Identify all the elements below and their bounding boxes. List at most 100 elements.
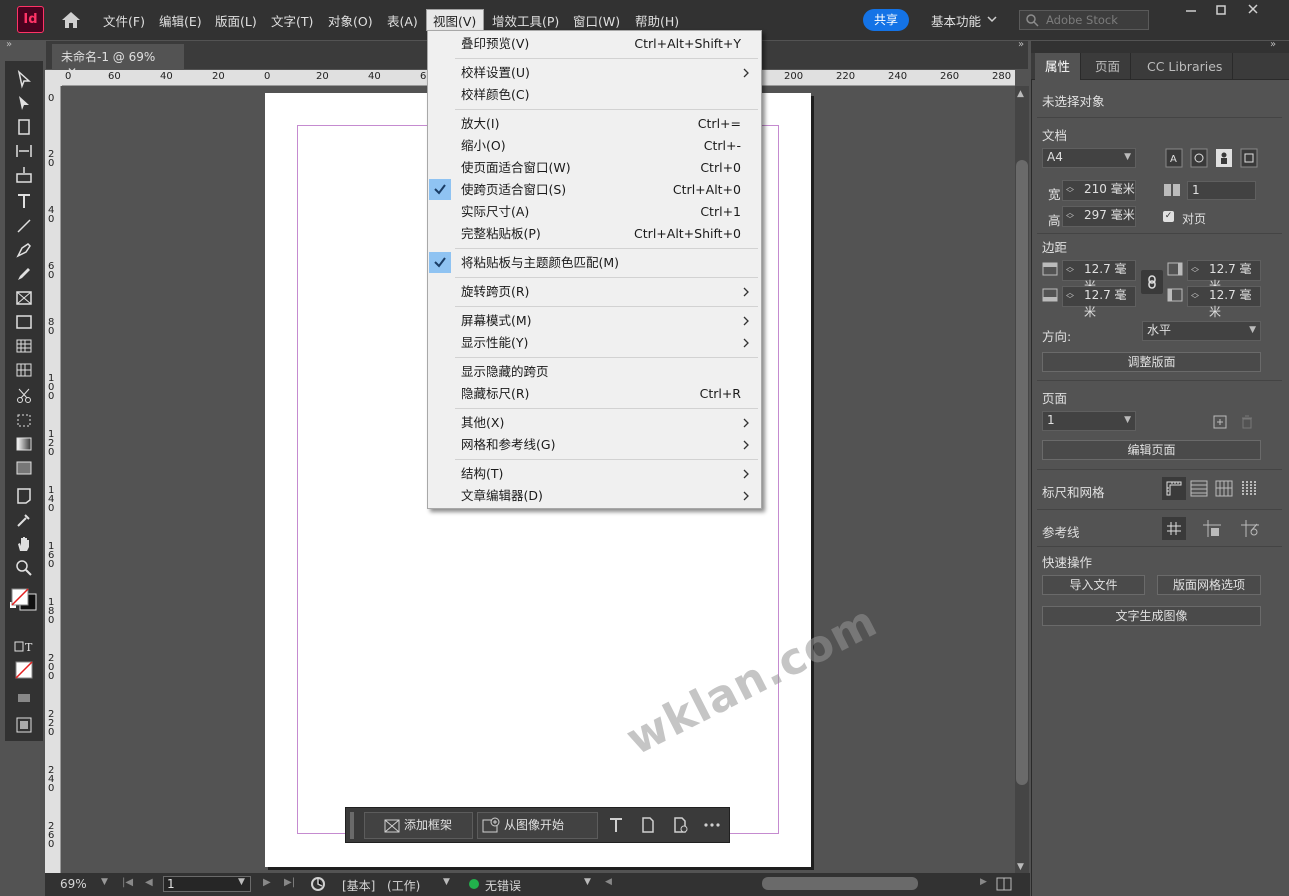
expand-toolbox-icon[interactable]: » — [6, 39, 12, 50]
lock-guides-icon[interactable] — [1240, 519, 1260, 538]
more-options-icon[interactable] — [703, 820, 721, 830]
horizontal-scroll-thumb[interactable] — [762, 877, 918, 890]
edit-page-button[interactable]: 编辑页面 — [1042, 440, 1261, 460]
restore-icon[interactable] — [1213, 3, 1229, 17]
view-menu-item[interactable]: 结构(T) — [461, 463, 503, 485]
scroll-up-icon[interactable]: ▲ — [1017, 89, 1024, 99]
width-stepper-icon[interactable]: ︿ ﹀ — [1066, 183, 1074, 198]
view-menu-item[interactable]: 实际尺寸(A) — [461, 201, 529, 223]
zoom-dropdown-icon[interactable]: ▼ — [101, 877, 108, 887]
zoom-level[interactable]: 69% — [60, 877, 87, 891]
menu-table[interactable]: 表(A) — [387, 11, 418, 30]
hand-tool-icon[interactable] — [14, 534, 34, 554]
scroll-down-icon[interactable]: ▼ — [1017, 862, 1024, 872]
document-icon[interactable] — [640, 816, 656, 834]
view-menu-item[interactable]: 使跨页适合窗口(S) — [461, 179, 566, 201]
view-menu-item[interactable]: 放大(I) — [461, 113, 499, 135]
minimize-icon[interactable] — [1183, 3, 1199, 17]
adjust-layout-button[interactable]: 调整版面 — [1042, 352, 1261, 372]
formatting-affects-container-icon[interactable]: T — [14, 637, 34, 657]
apply-none-icon[interactable] — [14, 660, 34, 680]
note-tool-icon[interactable] — [14, 486, 34, 506]
menu-file[interactable]: 文件(F) — [103, 11, 145, 30]
add-page-icon[interactable] — [1213, 415, 1227, 429]
page-tool-icon[interactable] — [14, 117, 34, 137]
share-button[interactable]: 共享 — [863, 9, 909, 31]
scissors-tool-icon[interactable] — [14, 386, 34, 406]
previous-page-icon[interactable]: ◀ — [145, 877, 153, 888]
menu-edit[interactable]: 编辑(E) — [159, 11, 202, 30]
view-menu-item[interactable]: 叠印预览(V) — [461, 33, 529, 55]
home-icon[interactable] — [60, 10, 82, 30]
preflight-dropdown-icon[interactable]: ▼ — [584, 877, 591, 887]
next-page-icon[interactable]: ▶ — [263, 877, 271, 888]
intent-web-icon[interactable] — [1189, 148, 1209, 168]
import-file-button[interactable]: 导入文件 — [1042, 575, 1145, 595]
height-stepper-icon[interactable]: ︿ ﹀ — [1066, 209, 1074, 224]
view-menu-item[interactable]: 屏幕模式(M) — [461, 310, 532, 332]
selection-tool-icon[interactable] — [14, 69, 34, 89]
view-menu-item[interactable]: 缩小(O) — [461, 135, 506, 157]
layout-grid-options-button[interactable]: 版面网格选项 — [1157, 575, 1261, 595]
free-transform-tool-icon[interactable] — [14, 410, 34, 430]
pen-tool-icon[interactable] — [14, 240, 34, 260]
pencil-tool-icon[interactable] — [14, 264, 34, 284]
split-layout-icon[interactable] — [996, 877, 1012, 891]
margin-top-stepper-icon[interactable]: ︿ ﹀ — [1066, 263, 1074, 278]
menu-object[interactable]: 对象(O) — [328, 11, 373, 30]
tab-cc-libraries[interactable]: CC Libraries — [1137, 53, 1234, 80]
vertical-scroll-thumb[interactable] — [1016, 160, 1028, 785]
view-menu-item[interactable]: 将粘贴板与主题颜色匹配(M) — [461, 252, 619, 274]
preflight-menu-icon[interactable]: ▼ — [443, 877, 450, 887]
orientation-select[interactable]: 水平 ▼ — [1142, 321, 1261, 341]
layout-grid-icon[interactable] — [1241, 480, 1259, 497]
delete-page-icon[interactable] — [1240, 415, 1254, 429]
type-icon[interactable] — [607, 816, 625, 834]
rectangle-tool-icon[interactable] — [14, 312, 34, 332]
vertical-grid-tool-icon[interactable] — [14, 360, 34, 380]
menu-type[interactable]: 文字(T) — [271, 11, 313, 30]
smart-guides-icon[interactable] — [1202, 519, 1222, 538]
collapse-toolbox-icon[interactable]: » — [1018, 39, 1024, 50]
intent-print-icon[interactable]: A — [1164, 148, 1184, 168]
start-from-image-button[interactable]: 从图像开始 — [477, 812, 598, 839]
view-menu-item[interactable]: 其他(X) — [461, 412, 504, 434]
horizontal-grid-tool-icon[interactable] — [14, 336, 34, 356]
view-menu-item[interactable]: 网格和参考线(G) — [461, 434, 555, 456]
link-margins-button[interactable] — [1141, 270, 1163, 294]
view-menu-item[interactable]: 显示性能(Y) — [461, 332, 528, 354]
view-menu-item[interactable]: 文章编辑器(D) — [461, 485, 543, 507]
menu-window[interactable]: 窗口(W) — [573, 11, 620, 30]
orientation-landscape-icon[interactable] — [1239, 148, 1259, 168]
line-tool-icon[interactable] — [14, 216, 34, 236]
fill-stroke-swatch-icon[interactable] — [10, 584, 38, 612]
gap-tool-icon[interactable] — [14, 141, 34, 161]
view-menu-item[interactable]: 显示隐藏的跨页 — [461, 361, 549, 383]
page-select[interactable]: 1 ▼ — [1042, 411, 1136, 431]
document-settings-icon[interactable] — [672, 816, 690, 834]
menu-view[interactable]: 视图(V) — [433, 11, 476, 30]
scroll-left-icon[interactable]: ◀ — [605, 877, 612, 887]
view-menu-item[interactable]: 旋转跨页(R) — [461, 281, 529, 303]
margin-left-stepper-icon[interactable]: ︿ ﹀ — [1191, 289, 1199, 304]
view-menu-item[interactable]: 完整粘贴板(P) — [461, 223, 541, 245]
direct-selection-tool-icon[interactable] — [14, 93, 34, 113]
workspace-switcher[interactable]: 基本功能 — [931, 11, 981, 30]
document-grid-icon[interactable] — [1215, 480, 1233, 497]
view-menu-item[interactable]: 隐藏标尺(R) — [461, 383, 529, 405]
last-page-icon[interactable]: ▶| — [284, 877, 295, 888]
margin-bottom-stepper-icon[interactable]: ︿ ﹀ — [1066, 289, 1074, 304]
page-dropdown-icon[interactable]: ▼ — [238, 877, 245, 887]
chevron-down-icon[interactable] — [987, 15, 997, 23]
tab-pages[interactable]: 页面 — [1085, 53, 1132, 80]
margin-right-stepper-icon[interactable]: ︿ ﹀ — [1191, 263, 1199, 278]
pages-count-field[interactable]: 1 — [1187, 181, 1256, 200]
collapse-panel-icon[interactable]: » — [1270, 39, 1276, 50]
gradient-swatch-tool-icon[interactable] — [14, 434, 34, 454]
toggle-rulers-button[interactable] — [1162, 477, 1186, 500]
gradient-feather-tool-icon[interactable] — [14, 458, 34, 478]
close-icon[interactable] — [1245, 3, 1261, 17]
view-menu-item[interactable]: 使页面适合窗口(W) — [461, 157, 571, 179]
baseline-grid-icon[interactable] — [1190, 480, 1208, 497]
menu-plugins[interactable]: 增效工具(P) — [492, 11, 559, 30]
